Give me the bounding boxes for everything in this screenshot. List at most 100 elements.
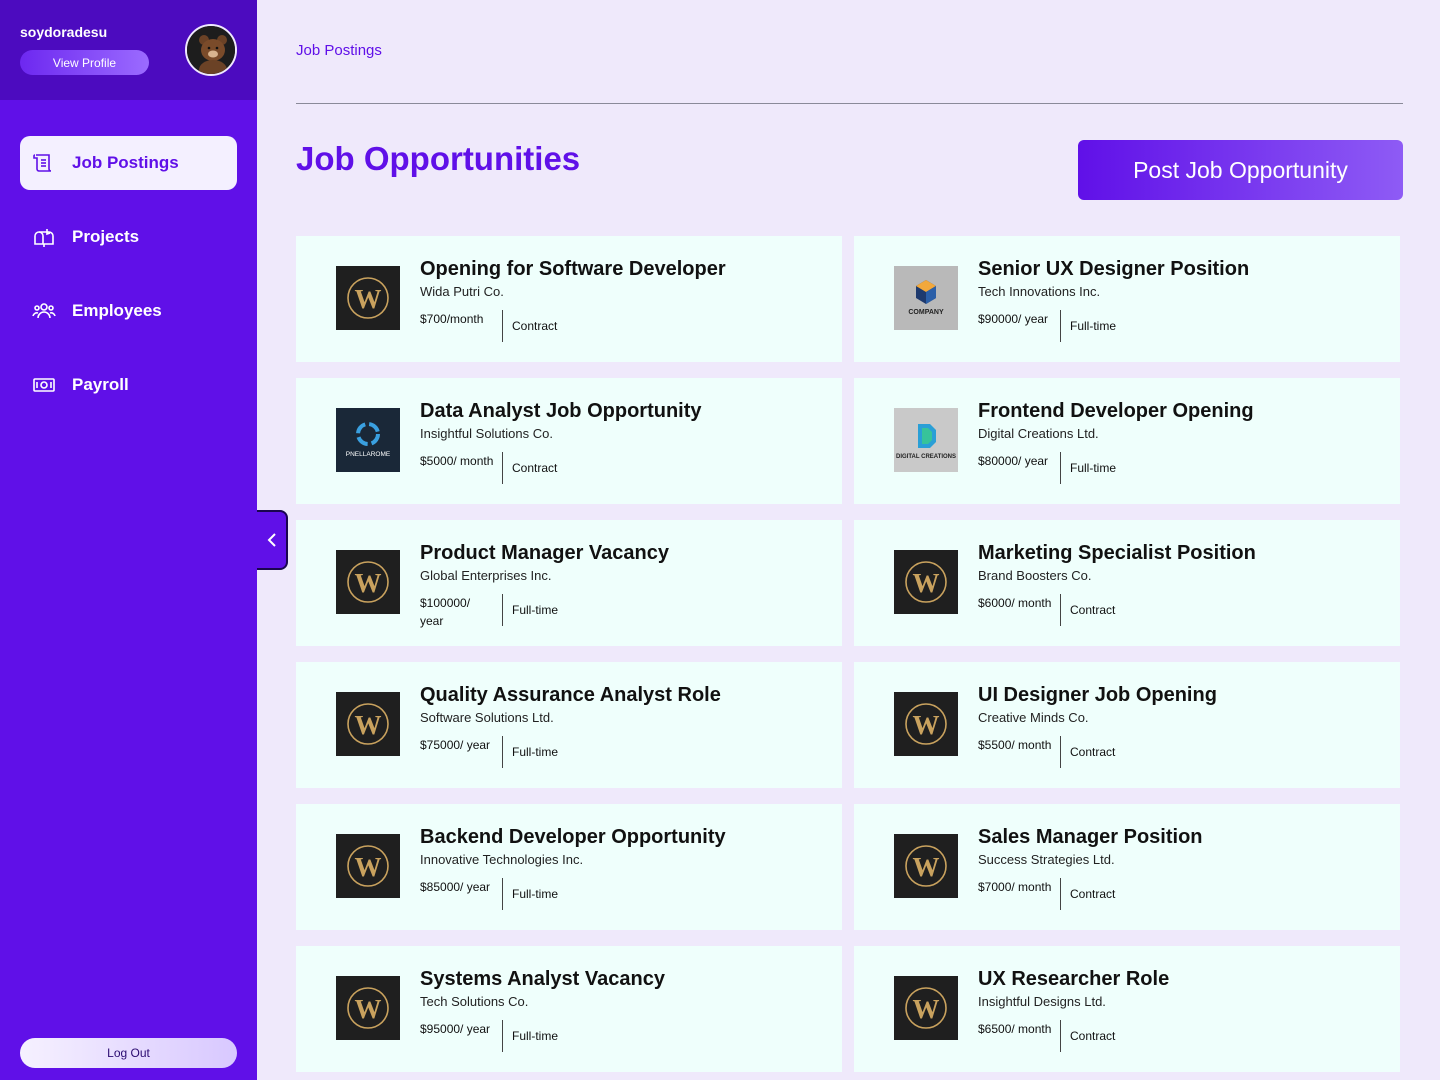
- sidebar-item-employees[interactable]: Employees: [20, 284, 237, 338]
- sidebar-item-projects[interactable]: Projects: [20, 210, 237, 264]
- salary: $80000/ year: [978, 454, 1049, 468]
- job-card[interactable]: W Quality Assurance Analyst Role Software …: [296, 662, 842, 788]
- salary: $90000/ year: [978, 312, 1049, 326]
- salary: $6500/ month: [978, 1022, 1052, 1036]
- salary: $85000/ year: [420, 880, 491, 894]
- company-name: Creative Minds Co.: [978, 710, 1089, 725]
- company-logo-icon: W: [894, 550, 958, 614]
- job-title[interactable]: Opening for Software Developer: [420, 258, 726, 281]
- company-logo-icon: W: [336, 550, 400, 614]
- employment-type: Full-time: [1070, 319, 1117, 333]
- company-logo-icon: DIGITAL CREATIONS: [894, 408, 958, 472]
- avatar[interactable]: [185, 24, 237, 76]
- job-title[interactable]: Senior UX Designer Position: [978, 258, 1249, 281]
- divider: [502, 878, 503, 910]
- svg-text:W: W: [913, 994, 940, 1024]
- divider: [1060, 594, 1061, 626]
- company-name: Digital Creations Ltd.: [978, 426, 1099, 441]
- company-logo-icon: W: [336, 976, 400, 1040]
- job-title[interactable]: Product Manager Vacancy: [420, 542, 669, 565]
- employment-type: Contract: [512, 461, 558, 475]
- salary: $6000/ month: [978, 596, 1052, 610]
- company-name: Software Solutions Ltd.: [420, 710, 554, 725]
- job-title[interactable]: UI Designer Job Opening: [978, 684, 1217, 707]
- job-card[interactable]: W Opening for Software Developer Wida Putr…: [296, 236, 842, 362]
- job-title[interactable]: Data Analyst Job Opportunity: [420, 400, 702, 423]
- mailbox-icon: [32, 225, 56, 249]
- svg-text:DIGITAL CREATIONS: DIGITAL CREATIONS: [896, 454, 956, 460]
- sidebar-item-job-postings[interactable]: Job Postings: [20, 136, 237, 190]
- job-title[interactable]: Sales Manager Position: [978, 826, 1203, 849]
- job-card[interactable]: DIGITAL CREATIONS Frontend Developer Open…: [854, 378, 1400, 504]
- company-name: Tech Innovations Inc.: [978, 284, 1101, 299]
- employment-type: Contract: [1070, 1029, 1116, 1043]
- chevron-left-icon: [267, 533, 276, 547]
- employment-type: Full-time: [512, 1029, 559, 1043]
- employment-type: Contract: [512, 319, 558, 333]
- company-name: Insightful Designs Ltd.: [978, 994, 1106, 1009]
- sidebar-item-label: Job Postings: [72, 153, 179, 172]
- job-card[interactable]: W Systems Analyst Vacancy Tech Solutions C…: [296, 946, 842, 1072]
- company-name: Innovative Technologies Inc.: [420, 852, 584, 867]
- job-card[interactable]: PNELLAROME Data Analyst Job Opportunity In…: [296, 378, 842, 504]
- divider: [502, 1020, 503, 1052]
- divider: [1060, 878, 1061, 910]
- svg-text:W: W: [913, 568, 940, 598]
- salary: $100000/ year: [420, 596, 471, 628]
- divider: [296, 103, 1403, 104]
- svg-text:W: W: [355, 852, 382, 882]
- svg-text:PNELLAROME: PNELLAROME: [346, 451, 391, 458]
- job-title[interactable]: UX Researcher Role: [978, 968, 1169, 991]
- view-profile-button[interactable]: View Profile: [20, 50, 149, 75]
- employment-type: Contract: [1070, 887, 1116, 901]
- company-logo-icon: W: [336, 266, 400, 330]
- job-card[interactable]: W UX Researcher Role Insightful Designs Lt…: [854, 946, 1400, 1072]
- company-name: Success Strategies Ltd.: [978, 852, 1115, 867]
- page-title: Job Opportunities: [296, 140, 581, 177]
- company-logo-icon: W: [336, 692, 400, 756]
- job-card[interactable]: W UI Designer Job Opening Creative Minds C…: [854, 662, 1400, 788]
- cash-icon: [32, 373, 56, 397]
- company-logo-icon: W: [894, 834, 958, 898]
- sidebar-item-payroll[interactable]: Payroll: [20, 358, 237, 412]
- salary: $5500/ month: [978, 738, 1052, 752]
- svg-text:W: W: [355, 284, 382, 314]
- users-icon: [32, 299, 56, 323]
- company-logo-icon: W: [336, 834, 400, 898]
- svg-text:W: W: [355, 994, 382, 1024]
- job-card[interactable]: COMPANY Senior UX Designer Position Tech I…: [854, 236, 1400, 362]
- job-card[interactable]: W Marketing Specialist Position Brand Boos…: [854, 520, 1400, 646]
- divider: [502, 310, 503, 342]
- scroll-icon: [32, 151, 56, 175]
- svg-text:W: W: [355, 568, 382, 598]
- job-title[interactable]: Frontend Developer Opening: [978, 400, 1254, 423]
- job-title[interactable]: Systems Analyst Vacancy: [420, 968, 665, 991]
- job-title[interactable]: Quality Assurance Analyst Role: [420, 684, 721, 707]
- sidebar: soydoradesu View Profile Job Postings Pr…: [0, 0, 257, 1080]
- username: soydoradesu: [20, 24, 108, 40]
- job-grid: W Opening for Software Developer Wida Putr…: [296, 236, 1400, 1080]
- job-card[interactable]: W Sales Manager Position Success Strategie…: [854, 804, 1400, 930]
- company-logo-icon: W: [894, 692, 958, 756]
- post-job-button[interactable]: Post Job Opportunity: [1078, 140, 1403, 200]
- company-logo-icon: PNELLAROME: [336, 408, 400, 472]
- company-name: Insightful Solutions Co.: [420, 426, 553, 441]
- logout-button[interactable]: Log Out: [20, 1038, 237, 1068]
- sidebar-item-label: Payroll: [72, 375, 129, 394]
- job-card[interactable]: W Product Manager Vacancy Global Enterpris…: [296, 520, 842, 646]
- profile-header: soydoradesu View Profile: [0, 0, 257, 100]
- company-name: Wida Putri Co.: [420, 284, 504, 299]
- divider: [502, 452, 503, 484]
- job-title[interactable]: Marketing Specialist Position: [978, 542, 1256, 565]
- salary: $95000/ year: [420, 1022, 491, 1036]
- salary: $75000/ year: [420, 738, 491, 752]
- collapse-sidebar-button[interactable]: [257, 510, 288, 570]
- salary: $7000/ month: [978, 880, 1052, 894]
- company-name: Global Enterprises Inc.: [420, 568, 552, 583]
- employment-type: Full-time: [512, 603, 559, 617]
- job-title[interactable]: Backend Developer Opportunity: [420, 826, 726, 849]
- breadcrumb[interactable]: Job Postings: [296, 42, 382, 59]
- job-card[interactable]: W Backend Developer Opportunity Innovative…: [296, 804, 842, 930]
- company-logo-icon: W: [894, 976, 958, 1040]
- svg-text:W: W: [913, 710, 940, 740]
